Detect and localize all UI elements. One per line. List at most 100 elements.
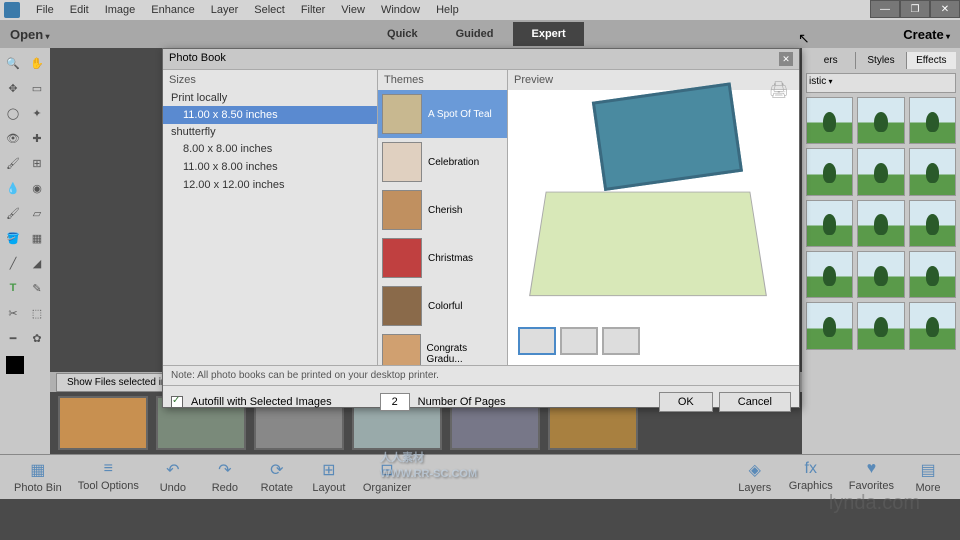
more-button[interactable]: ▤More xyxy=(904,458,952,496)
sponge-tool[interactable]: ◉ xyxy=(26,177,48,199)
clone-tool[interactable]: ⊞ xyxy=(26,152,48,174)
size-item[interactable]: 8.00 x 8.00 inches xyxy=(163,140,377,158)
book-cover xyxy=(592,82,743,191)
close-button[interactable]: ✕ xyxy=(930,0,960,18)
pencil-tool[interactable]: ✎ xyxy=(26,277,48,299)
dialog-title-text: Photo Book xyxy=(169,52,226,66)
book-spread xyxy=(529,192,767,297)
effect-thumb[interactable] xyxy=(909,97,956,144)
effect-thumb[interactable] xyxy=(806,148,853,195)
tab-effects[interactable]: Effects xyxy=(907,52,956,69)
theme-item[interactable]: Congrats Gradu... xyxy=(378,330,507,365)
eraser-tool[interactable]: ▱ xyxy=(26,202,48,224)
layout-button[interactable]: ⊞Layout xyxy=(305,458,353,496)
theme-item[interactable]: Colorful xyxy=(378,282,507,330)
menu-view[interactable]: View xyxy=(333,0,373,20)
gradient-tool[interactable]: ▦ xyxy=(26,227,48,249)
autofill-checkbox[interactable] xyxy=(171,396,183,408)
preview-thumb[interactable] xyxy=(602,327,640,355)
menu-filter[interactable]: Filter xyxy=(293,0,333,20)
minimize-button[interactable]: — xyxy=(870,0,900,18)
eyedropper-tool[interactable]: ╱ xyxy=(2,252,24,274)
redo-button[interactable]: ↷Redo xyxy=(201,458,249,496)
effect-thumb[interactable] xyxy=(806,97,853,144)
graphics-button[interactable]: fxGraphics xyxy=(783,458,839,496)
lasso-tool[interactable]: ◯ xyxy=(2,102,24,124)
effect-thumb[interactable] xyxy=(909,200,956,247)
menu-edit[interactable]: Edit xyxy=(62,0,97,20)
effect-thumb[interactable] xyxy=(909,148,956,195)
marquee-tool[interactable]: ▭ xyxy=(26,77,48,99)
effect-thumb[interactable] xyxy=(857,251,904,298)
effect-thumb[interactable] xyxy=(857,97,904,144)
zoom-tool[interactable]: 🔍 xyxy=(2,52,24,74)
menu-enhance[interactable]: Enhance xyxy=(143,0,202,20)
pages-input[interactable] xyxy=(380,393,410,411)
tooloptions-button[interactable]: ≡Tool Options xyxy=(72,458,145,496)
theme-item[interactable]: Celebration xyxy=(378,138,507,186)
tab-styles[interactable]: Styles xyxy=(856,52,905,69)
recompose-tool[interactable]: ⬚ xyxy=(26,302,48,324)
tab-quick[interactable]: Quick xyxy=(369,22,436,46)
effect-thumb[interactable] xyxy=(857,148,904,195)
left-toolbar: 🔍✋ ✥▭ ◯✦ 👁✚ 🖌⊞ 💧◉ 🖌▱ 🪣▦ ╱◢ T✎ ✂⬚ ━✿ xyxy=(0,48,50,454)
eye-tool[interactable]: 👁 xyxy=(2,127,24,149)
menu-window[interactable]: Window xyxy=(373,0,428,20)
menu-image[interactable]: Image xyxy=(97,0,144,20)
cancel-button[interactable]: Cancel xyxy=(719,392,791,412)
tab-expert[interactable]: Expert xyxy=(513,22,583,46)
layers-button[interactable]: ◈Layers xyxy=(731,458,779,496)
effect-thumb[interactable] xyxy=(806,251,853,298)
shape-tool[interactable]: ◢ xyxy=(26,252,48,274)
crop-tool[interactable]: ✂ xyxy=(2,302,24,324)
effect-thumb[interactable] xyxy=(857,302,904,349)
blur-tool[interactable]: 💧 xyxy=(2,177,24,199)
straighten-tool[interactable]: ━ xyxy=(2,327,24,349)
size-item[interactable]: 12.00 x 12.00 inches xyxy=(163,176,377,194)
theme-item[interactable]: Cherish xyxy=(378,186,507,234)
undo-button[interactable]: ↶Undo xyxy=(149,458,197,496)
open-button[interactable]: Open xyxy=(10,27,49,42)
print-icon[interactable]: 🖨 xyxy=(769,80,789,100)
rotate-button[interactable]: ⟳Rotate xyxy=(253,458,301,496)
photobin-button[interactable]: ▦Photo Bin xyxy=(8,458,68,496)
hand-tool[interactable]: ✋ xyxy=(26,52,48,74)
preview-thumb[interactable] xyxy=(560,327,598,355)
dialog-close-button[interactable]: ✕ xyxy=(779,52,793,66)
cookie-tool[interactable]: ✿ xyxy=(26,327,48,349)
size-item[interactable]: 11.00 x 8.00 inches xyxy=(163,158,377,176)
foreground-color[interactable] xyxy=(6,356,24,374)
menu-help[interactable]: Help xyxy=(428,0,467,20)
maximize-button[interactable]: ❐ xyxy=(900,0,930,18)
preview-thumb[interactable] xyxy=(518,327,556,355)
theme-item[interactable]: A Spot Of Teal xyxy=(378,90,507,138)
menu-select[interactable]: Select xyxy=(246,0,293,20)
type-tool[interactable]: T xyxy=(2,277,24,299)
theme-item[interactable]: Christmas xyxy=(378,234,507,282)
effect-thumb[interactable] xyxy=(857,200,904,247)
brush-tool[interactable]: 🖌 xyxy=(2,202,24,224)
effect-thumb[interactable] xyxy=(909,302,956,349)
style-dropdown[interactable]: istic xyxy=(806,73,956,93)
tooloptions-icon: ≡ xyxy=(104,460,113,478)
effect-thumb[interactable] xyxy=(806,200,853,247)
effect-thumb[interactable] xyxy=(806,302,853,349)
heal-tool[interactable]: ✚ xyxy=(26,127,48,149)
size-item[interactable]: 11.00 x 8.50 inches xyxy=(163,106,377,124)
bin-thumb-1[interactable] xyxy=(58,396,148,450)
effect-thumb[interactable] xyxy=(909,251,956,298)
size-group-local: Print locally xyxy=(163,90,377,106)
ok-button[interactable]: OK xyxy=(659,392,713,412)
move-tool[interactable]: ✥ xyxy=(2,77,24,99)
wand-tool[interactable]: ✦ xyxy=(26,102,48,124)
tab-filters[interactable]: ers xyxy=(806,52,855,69)
mode-tabs: Quick Guided Expert xyxy=(369,22,584,46)
paint-tool[interactable]: 🪣 xyxy=(2,227,24,249)
menu-file[interactable]: File xyxy=(28,0,62,20)
graphics-icon: fx xyxy=(805,460,817,478)
menu-layer[interactable]: Layer xyxy=(203,0,247,20)
favorites-button[interactable]: ♥Favorites xyxy=(843,458,900,496)
tab-guided[interactable]: Guided xyxy=(438,22,512,46)
create-button[interactable]: Create xyxy=(903,27,950,42)
smart-brush[interactable]: 🖌 xyxy=(2,152,24,174)
